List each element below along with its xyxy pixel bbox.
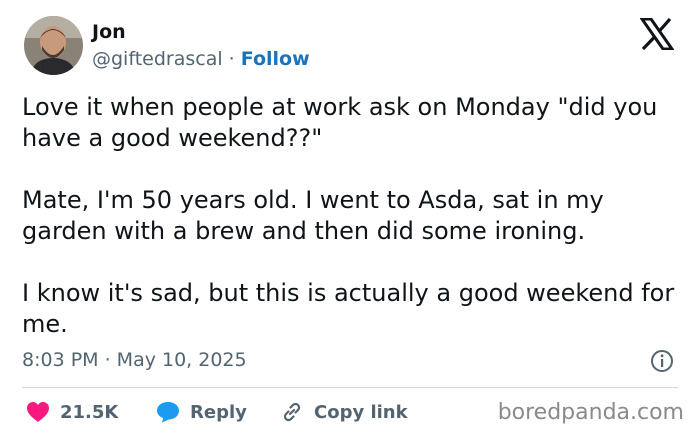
- tweet-card: Jon @giftedrascal · Follow Love it when …: [0, 0, 700, 440]
- tweet-paragraph: Mate, I'm 50 years old. I went to Asda, …: [22, 186, 604, 245]
- author-handle[interactable]: @giftedrascal: [92, 48, 223, 70]
- heart-icon: [27, 402, 49, 422]
- tweet-timestamp[interactable]: 8:03 PM · May 10, 2025: [22, 347, 247, 373]
- tweet-text: Love it when people at work ask on Monda…: [22, 92, 682, 340]
- tweet-paragraph: Love it when people at work ask on Monda…: [22, 93, 658, 152]
- handle-separator: ·: [228, 48, 235, 70]
- divider: [22, 387, 678, 388]
- copy-link-button[interactable]: Copy link: [280, 398, 408, 426]
- reply-label: Reply: [190, 401, 247, 423]
- tweet-paragraph: I know it's sad, but this is actually a …: [22, 279, 675, 338]
- reply-button[interactable]: Reply: [156, 398, 247, 426]
- source-watermark: boredpanda.com: [497, 400, 684, 425]
- speech-bubble-icon: [157, 402, 179, 423]
- copy-link-label: Copy link: [314, 401, 408, 423]
- x-logo-icon[interactable]: [639, 17, 675, 51]
- author-name[interactable]: Jon: [92, 20, 126, 44]
- like-button[interactable]: 21.5K: [26, 398, 118, 426]
- link-icon: [283, 402, 301, 422]
- follow-button[interactable]: Follow: [241, 48, 310, 70]
- author-handle-line: @giftedrascal · Follow: [92, 47, 310, 71]
- avatar[interactable]: [24, 16, 83, 75]
- like-count: 21.5K: [60, 401, 119, 423]
- info-icon[interactable]: [650, 349, 674, 373]
